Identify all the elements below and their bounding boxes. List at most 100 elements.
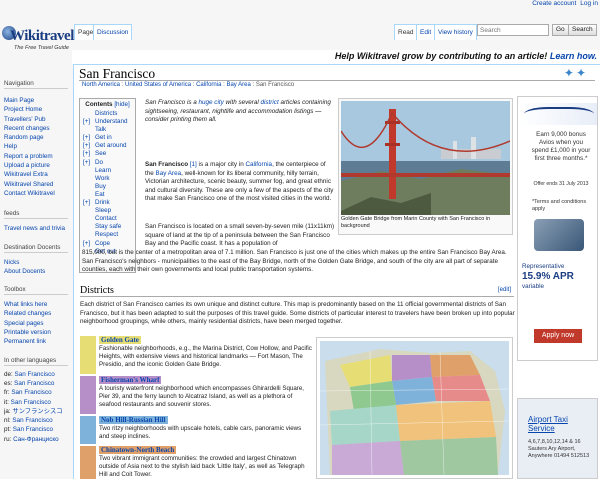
- apply-now-button[interactable]: Apply now: [534, 329, 582, 343]
- create-account-link[interactable]: Create account: [532, 0, 576, 10]
- sidebar-tool-item[interactable]: Special pages: [4, 319, 74, 328]
- toc-item[interactable]: Learn: [83, 167, 132, 175]
- toc-item-label[interactable]: Cope: [95, 240, 110, 247]
- toc-item[interactable]: [+] Do: [83, 159, 132, 167]
- sidebar-tool-item[interactable]: Related changes: [4, 309, 74, 318]
- district-name[interactable]: Fisherman's Wharf: [99, 376, 162, 384]
- sidebar-nav-item[interactable]: Recent changes: [4, 124, 74, 133]
- district-name[interactable]: Nob Hill-Russian Hill: [99, 416, 168, 424]
- lang-name[interactable]: San Francisco: [13, 426, 53, 433]
- district-name[interactable]: Golden Gate: [99, 336, 141, 344]
- toc-item[interactable]: [+] Get in: [83, 134, 132, 142]
- toc-expand-toggle[interactable]: [+]: [83, 142, 95, 150]
- sidebar-docent-item[interactable]: About Docents: [4, 267, 74, 276]
- login-link[interactable]: Log in: [580, 0, 598, 10]
- toc-item-label[interactable]: Contact: [95, 215, 117, 222]
- site-logo[interactable]: Wikitravel The Free Travel Guide: [2, 24, 74, 60]
- toc-expand-toggle[interactable]: [+]: [83, 240, 95, 248]
- sidebar-lang-item[interactable]: ja: サンフランシスコ: [4, 407, 74, 416]
- search-input[interactable]: [477, 24, 549, 36]
- lang-name[interactable]: San Francisco: [11, 399, 51, 406]
- huge-city-link[interactable]: huge city: [199, 99, 224, 106]
- toc-item-label[interactable]: Talk: [95, 126, 106, 133]
- toc-item-label[interactable]: Learn: [95, 167, 111, 174]
- california-link[interactable]: California: [245, 161, 272, 168]
- toc-expand-toggle[interactable]: [+]: [83, 199, 95, 207]
- toc-item[interactable]: Work: [83, 175, 132, 183]
- go-button[interactable]: Go: [552, 24, 569, 36]
- lang-name[interactable]: San Francisco: [15, 371, 55, 378]
- districts-map[interactable]: [316, 337, 513, 479]
- bay-area-link[interactable]: Bay Area: [156, 170, 182, 177]
- tab-view-history[interactable]: View history: [434, 24, 477, 40]
- lang-name[interactable]: Сан-Франциско: [13, 436, 59, 443]
- sidebar-tool-item[interactable]: Permanent link: [4, 337, 74, 346]
- sidebar-nav-item[interactable]: Wikitravel Shared: [4, 180, 74, 189]
- toc-item[interactable]: Districts: [83, 110, 132, 118]
- toc-item-label[interactable]: Get in: [95, 134, 112, 141]
- taxi-advertisement[interactable]: Airport Taxi Service 4,6,7,8,10,12,14 & …: [517, 398, 598, 479]
- sidebar-lang-item[interactable]: it: San Francisco: [4, 398, 74, 407]
- lang-name[interactable]: San Francisco: [12, 417, 52, 424]
- toc-item[interactable]: Sleep: [83, 207, 132, 215]
- advertisement[interactable]: Earn 9,000 bonus Avios when you spend £1…: [517, 96, 598, 361]
- sidebar-lang-item[interactable]: nl: San Francisco: [4, 416, 74, 425]
- tab-discussion[interactable]: Discussion: [93, 24, 133, 40]
- district-name[interactable]: Chinatown-North Beach: [99, 446, 177, 454]
- breadcrumb-item[interactable]: United States of America: [125, 82, 191, 88]
- tab-read[interactable]: Read: [394, 24, 418, 40]
- toc-expand-toggle[interactable]: [+]: [83, 150, 95, 158]
- toc-item-label[interactable]: Eat: [95, 191, 104, 198]
- sidebar-docent-item[interactable]: Nicks: [4, 258, 74, 267]
- toc-item[interactable]: [+] Cope: [83, 240, 132, 248]
- lang-name[interactable]: San Francisco: [14, 380, 54, 387]
- sidebar-tool-item[interactable]: Printable version: [4, 328, 74, 337]
- lang-name[interactable]: サンフランシスコ: [12, 408, 62, 415]
- toc-expand-toggle[interactable]: [+]: [83, 159, 95, 167]
- reference-link[interactable]: [1]: [190, 161, 197, 168]
- toc-item-label[interactable]: Stay safe: [95, 223, 121, 230]
- toc-item-label[interactable]: Districts: [95, 110, 117, 117]
- sidebar-nav-item[interactable]: Random page: [4, 133, 74, 142]
- sidebar-nav-item[interactable]: Upload a picture: [4, 161, 74, 170]
- search-button[interactable]: Search: [568, 24, 597, 36]
- toc-item-label[interactable]: Buy: [95, 183, 106, 190]
- toc-item[interactable]: Respect: [83, 231, 132, 239]
- sidebar-lang-item[interactable]: es: San Francisco: [4, 379, 74, 388]
- breadcrumb-item[interactable]: North America: [82, 82, 120, 88]
- lang-name[interactable]: San Francisco: [11, 389, 51, 396]
- toc-item[interactable]: Contact: [83, 215, 132, 223]
- toc-item[interactable]: Buy: [83, 183, 132, 191]
- sidebar-lang-item[interactable]: de: San Francisco: [4, 370, 74, 379]
- sidebar-lang-item[interactable]: ru: Сан-Франциско: [4, 435, 74, 444]
- toc-expand-toggle[interactable]: [+]: [83, 118, 95, 126]
- toc-hide-link[interactable]: [hide]: [114, 101, 129, 108]
- taxi-ad-title[interactable]: Airport Taxi Service: [528, 415, 596, 433]
- learn-how-link[interactable]: Learn how.: [550, 51, 597, 61]
- sidebar-nav-item[interactable]: Report a problem: [4, 152, 74, 161]
- sidebar-lang-item[interactable]: fr: San Francisco: [4, 388, 74, 397]
- toc-item[interactable]: Eat: [83, 191, 132, 199]
- toc-item-label[interactable]: Do: [95, 159, 103, 166]
- sidebar-nav-item[interactable]: Main Page: [4, 96, 74, 105]
- toc-item[interactable]: [+] Understand: [83, 118, 132, 126]
- toc-expand-toggle[interactable]: [+]: [83, 134, 95, 142]
- toc-item[interactable]: Stay safe: [83, 223, 132, 231]
- toc-item[interactable]: [+] Drink: [83, 199, 132, 207]
- toc-item[interactable]: [+] Get around: [83, 142, 132, 150]
- sidebar-tool-item[interactable]: What links here: [4, 300, 74, 309]
- sidebar-feed-item[interactable]: Travel news and trivia: [4, 224, 74, 233]
- toc-item-label[interactable]: Respect: [95, 231, 118, 238]
- golden-gate-photo[interactable]: [341, 101, 510, 215]
- sidebar-nav-item[interactable]: Travellers' Pub: [4, 115, 74, 124]
- breadcrumb-item[interactable]: Bay Area: [226, 82, 250, 88]
- sidebar-lang-item[interactable]: pt: San Francisco: [4, 425, 74, 434]
- toc-item-label[interactable]: Drink: [95, 199, 110, 206]
- toc-item-label[interactable]: Work: [95, 175, 110, 182]
- toc-item-label[interactable]: See: [95, 150, 106, 157]
- district-link[interactable]: district: [261, 99, 279, 106]
- sidebar-nav-item[interactable]: Project Home: [4, 105, 74, 114]
- sidebar-nav-item[interactable]: Wikitravel Extra: [4, 170, 74, 179]
- toc-item-label[interactable]: Sleep: [95, 207, 111, 214]
- districts-edit-link[interactable]: [edit]: [498, 287, 511, 293]
